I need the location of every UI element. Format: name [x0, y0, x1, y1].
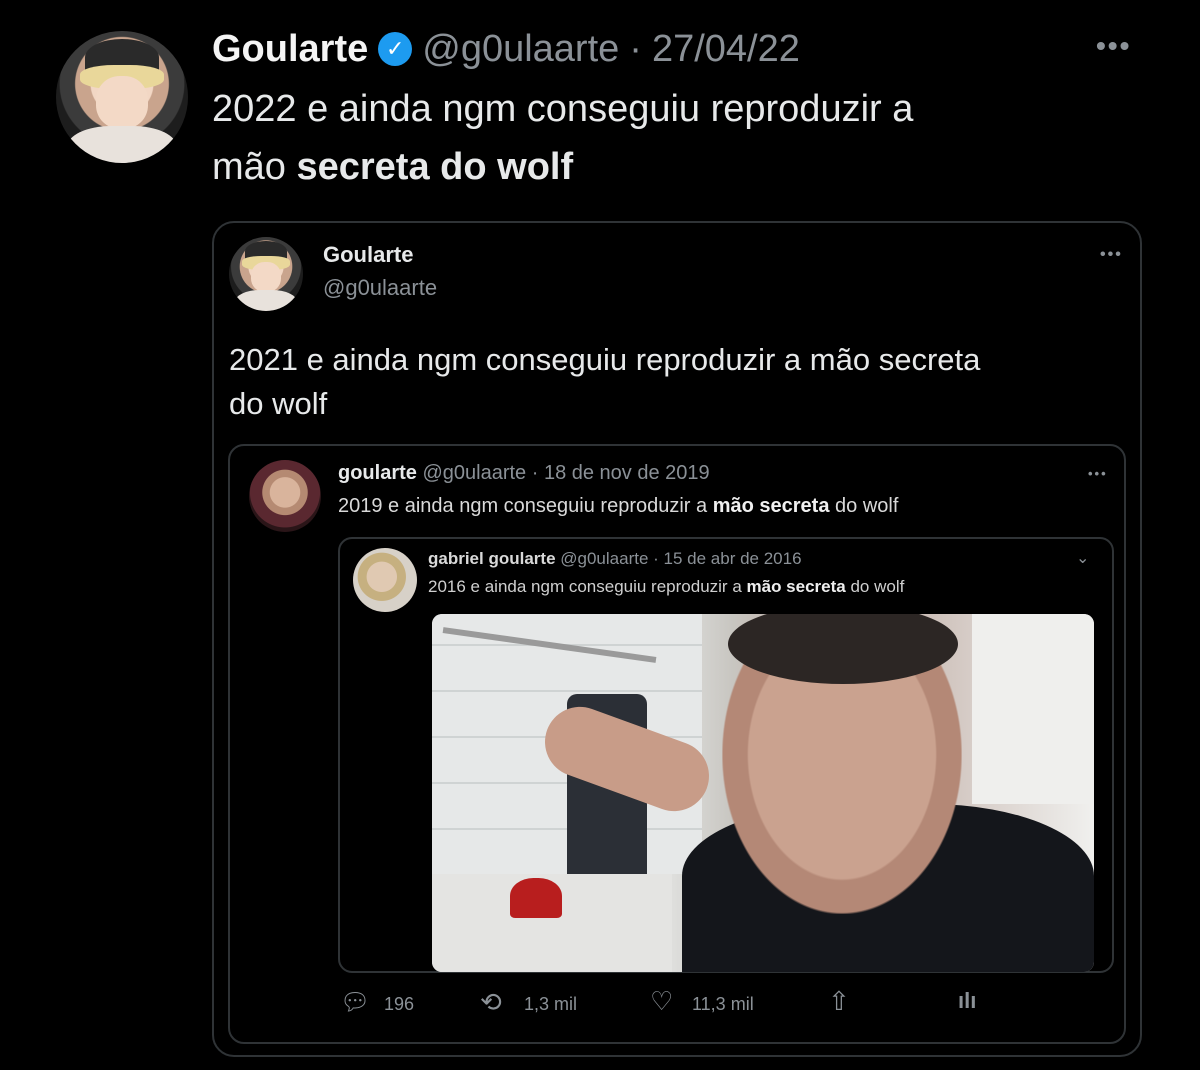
- action-bar: 💬︎ 196 ⟲ 1,3 mil ♡ 11,3 mil ⇧ ılı: [336, 986, 996, 1022]
- author-name[interactable]: Goularte: [212, 28, 368, 71]
- quote2-avatar: [249, 460, 321, 532]
- quote3-text-post: do wolf: [845, 577, 905, 596]
- quote2-more-icon: •••: [1088, 466, 1108, 481]
- tweet-text: 2022 e ainda ngm conseguiu reproduzir a …: [212, 80, 1112, 196]
- reply-count: 196: [384, 994, 415, 1014]
- like-count: 11,3 mil: [692, 994, 754, 1014]
- like-icon[interactable]: ♡: [650, 986, 673, 1017]
- retweet-count: 1,3 mil: [524, 994, 578, 1014]
- quote3-text: 2016 e ainda ngm conseguiu reproduzir a …: [428, 577, 904, 597]
- quote3-text-pre: 2016 e ainda ngm conseguiu reproduzir a: [428, 577, 747, 596]
- quote1-author-handle: @g0ulaarte: [323, 275, 438, 300]
- quote1-avatar: [229, 237, 303, 311]
- author-avatar[interactable]: [56, 31, 188, 163]
- reply-icon[interactable]: 💬︎: [340, 988, 370, 1017]
- quote3-header: gabriel goularte @g0ulaarte · 15 de abr …: [428, 549, 802, 569]
- quote2-text-pre: 2019 e ainda ngm conseguiu reproduzir a: [338, 495, 713, 517]
- share-icon[interactable]: ⇧: [828, 986, 850, 1017]
- quote2-header: goularte @g0ulaarte · 18 de nov de 2019: [338, 462, 710, 485]
- tweet-text-bold: secreta do wolf: [296, 146, 574, 188]
- quote3-text-bold: mão secreta: [746, 577, 846, 596]
- tweet-header: Goularte ✓ @g0ulaarte · 27/04/22: [212, 24, 800, 74]
- photo-cap: [510, 878, 562, 918]
- quote1-author-name: Goularte: [323, 242, 414, 267]
- tweet-text-line1: 2022 e ainda ngm conseguiu reproduzir a: [212, 88, 914, 130]
- analytics-icon[interactable]: ılı: [958, 988, 976, 1014]
- tweet-date[interactable]: 27/04/22: [652, 28, 800, 71]
- quote3-chevron-down-icon: ⌄: [1076, 550, 1090, 567]
- quote3-author-name: gabriel goularte: [428, 549, 556, 568]
- quote2-handle-date: @g0ulaarte · 18 de nov de 2019: [422, 462, 710, 484]
- quote2-author-name: goularte: [338, 462, 417, 484]
- tweet-text-line2: mão secreta do wolf: [212, 138, 1112, 196]
- quote3-handle-date: @g0ulaarte · 15 de abr de 2016: [560, 549, 802, 568]
- quote1-text-line2: do wolf: [229, 386, 328, 421]
- quote1-text: 2021 e ainda ngm conseguiu reproduzir a …: [229, 338, 1119, 426]
- tweet-photo[interactable]: [432, 614, 1094, 972]
- quote2-text-post: do wolf: [829, 495, 899, 517]
- tweet-text-normal: mão: [212, 146, 297, 188]
- quote2-text-bold: mão secreta: [712, 495, 830, 517]
- more-options-icon[interactable]: •••: [1096, 30, 1131, 62]
- photo-wall-right: [972, 614, 1094, 804]
- quote2-text: 2019 e ainda ngm conseguiu reproduzir a …: [338, 495, 898, 518]
- separator-dot: ·: [629, 27, 642, 70]
- quote1-more-icon[interactable]: •••: [1100, 246, 1123, 264]
- retweet-icon[interactable]: ⟲: [480, 987, 502, 1018]
- quote3-avatar: [353, 548, 417, 612]
- quote1-text-line1: 2021 e ainda ngm conseguiu reproduzir a …: [229, 342, 981, 377]
- verified-badge-icon: ✓: [378, 32, 413, 66]
- author-handle[interactable]: @g0ulaarte: [422, 28, 619, 71]
